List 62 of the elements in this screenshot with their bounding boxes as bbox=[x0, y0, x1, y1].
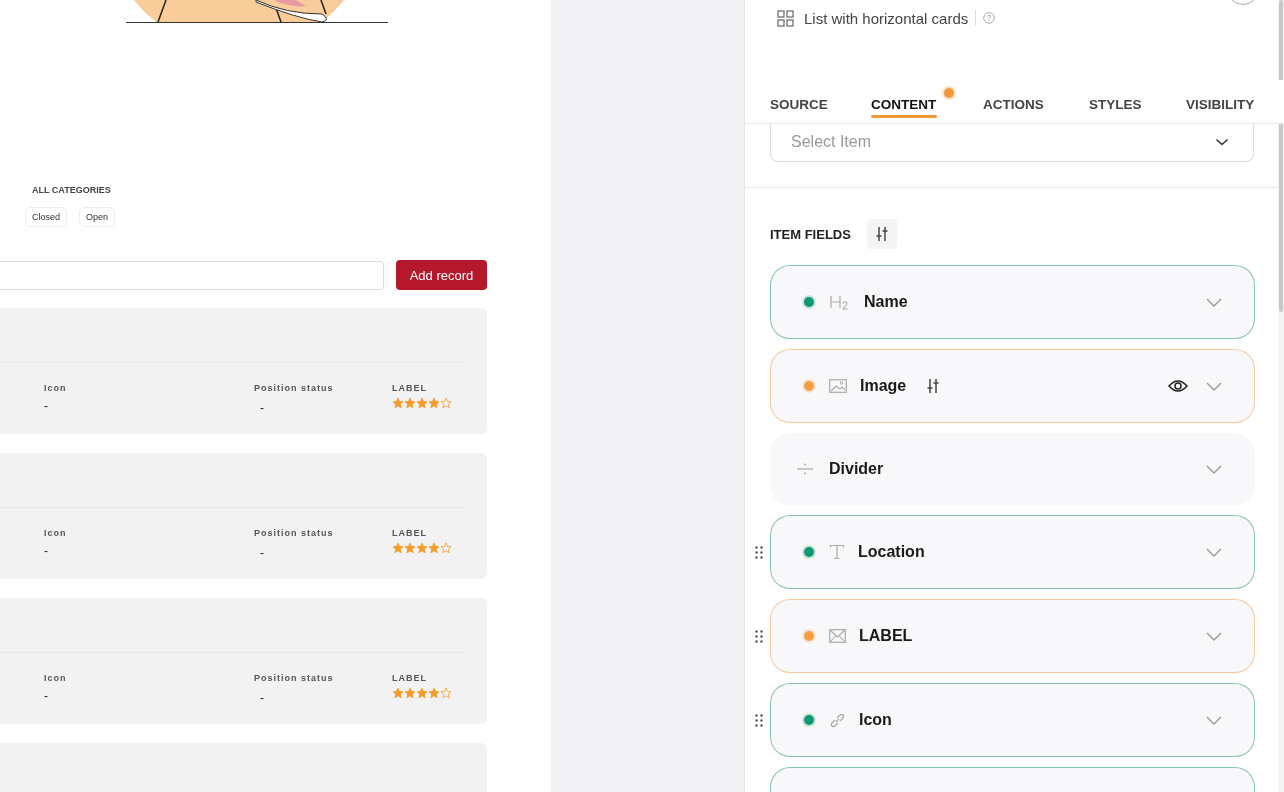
drag-handle-icon[interactable] bbox=[755, 629, 763, 643]
section-heading: ITEM FIELDS bbox=[770, 226, 851, 242]
sliders-button[interactable] bbox=[866, 219, 897, 249]
field-label: LABEL bbox=[392, 383, 428, 393]
tab[interactable]: SOURCE bbox=[770, 80, 871, 123]
divider-icon bbox=[797, 463, 813, 475]
field-label: LABEL bbox=[392, 528, 428, 538]
sliders-icon[interactable] bbox=[926, 378, 941, 394]
field-value: - bbox=[44, 399, 49, 413]
drag-handle-icon[interactable] bbox=[755, 713, 763, 727]
category-chip[interactable]: Closed bbox=[25, 207, 67, 227]
grid-icon bbox=[777, 9, 794, 27]
field-card[interactable]: Image bbox=[770, 349, 1255, 423]
field-name: Image bbox=[860, 377, 907, 395]
tab[interactable]: VISIBILITY bbox=[1186, 80, 1266, 123]
field-label: Icon bbox=[44, 383, 67, 393]
field-card[interactable]: Divider bbox=[770, 433, 1255, 505]
sliders-icon bbox=[874, 226, 889, 242]
chevron-down-icon[interactable] bbox=[1206, 715, 1222, 725]
image-icon bbox=[829, 379, 847, 393]
chevron-down-icon bbox=[1215, 138, 1229, 146]
field-value: - bbox=[44, 689, 49, 703]
search-field[interactable] bbox=[0, 260, 384, 290]
drag-handle-icon[interactable] bbox=[755, 545, 763, 559]
field-label: Icon bbox=[44, 673, 67, 683]
field-value: - bbox=[44, 544, 49, 558]
field-card[interactable]: LABEL bbox=[770, 599, 1255, 673]
field-name: LABEL bbox=[859, 627, 913, 645]
help-icon[interactable] bbox=[983, 12, 996, 24]
field-name: Icon bbox=[859, 711, 892, 729]
field-label: LABEL bbox=[392, 673, 428, 683]
field-name: Location bbox=[858, 543, 925, 561]
field-value: - bbox=[260, 401, 265, 415]
category-heading: ALL CATEGORIES bbox=[32, 185, 112, 195]
tab[interactable]: CONTENT bbox=[871, 80, 983, 123]
add-record-button[interactable]: Add record bbox=[396, 260, 487, 290]
field-label: Position status bbox=[254, 528, 334, 538]
component-type-label: List with horizontal cards bbox=[804, 9, 969, 27]
field-name: Divider bbox=[829, 460, 884, 478]
field-card[interactable]: Location bbox=[770, 515, 1255, 589]
eye-icon[interactable] bbox=[1168, 379, 1188, 393]
envelope-icon bbox=[829, 629, 846, 643]
chevron-down-icon[interactable] bbox=[1206, 631, 1222, 641]
text-icon bbox=[829, 544, 845, 560]
chevron-down-icon[interactable] bbox=[1206, 297, 1222, 307]
chevron-down-icon[interactable] bbox=[1206, 547, 1222, 557]
field-label: Icon bbox=[44, 528, 67, 538]
field-label: Position status bbox=[254, 383, 334, 393]
field-value: - bbox=[260, 546, 265, 560]
chevron-down-icon[interactable] bbox=[1206, 464, 1222, 474]
scrollbar[interactable] bbox=[1278, 0, 1284, 792]
category-chip[interactable]: Open bbox=[79, 207, 116, 227]
tab[interactable]: STYLES bbox=[1089, 80, 1186, 123]
field-name: Name bbox=[864, 293, 908, 311]
field-label: Position status bbox=[254, 673, 334, 683]
chevron-down-icon[interactable] bbox=[1206, 381, 1222, 391]
field-card[interactable]: Name bbox=[770, 265, 1255, 339]
heading-icon bbox=[829, 294, 851, 310]
field-card[interactable]: Icon bbox=[770, 683, 1255, 757]
field-value: - bbox=[260, 691, 265, 705]
tab[interactable]: ACTIONS bbox=[983, 80, 1089, 123]
link-icon bbox=[829, 711, 846, 729]
